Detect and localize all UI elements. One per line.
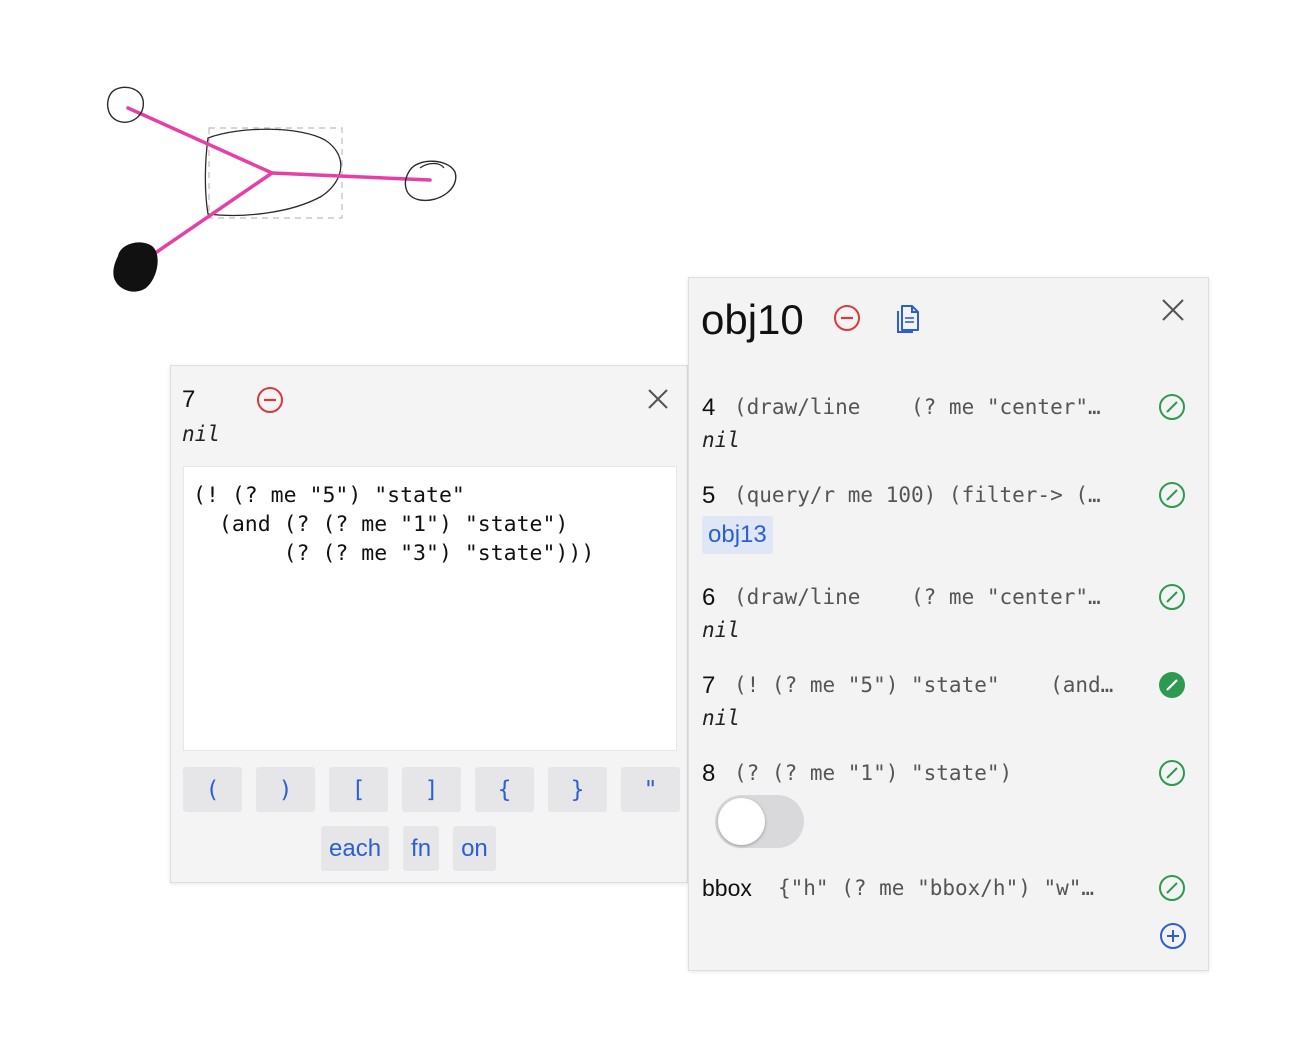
key-each[interactable]: each [321,826,390,871]
key-open-bracket[interactable]: [ [329,767,388,812]
key-quote[interactable]: " [621,767,680,812]
key-open-paren[interactable]: ( [183,767,242,812]
object-inspector-panel: obj10 4 (draw/line (? me "center"… nil 5… [688,277,1209,971]
row-expression[interactable]: (query/r me 100) (filter-> (… [734,483,1101,507]
plus-circle-icon[interactable] [1159,922,1187,955]
row-number: 5 [702,482,716,509]
key-fn[interactable]: fn [403,826,440,871]
row-number: 7 [702,672,716,699]
sketch-node-1[interactable] [106,86,144,123]
code-line: (! (? me "5") "state" [193,483,465,508]
check-circle-icon[interactable] [1158,874,1186,907]
row-expression[interactable]: (draw/line (? me "center"… [734,585,1101,609]
key-close-paren[interactable]: ) [256,767,315,812]
row-result: nil [702,618,740,642]
state-toggle[interactable] [715,795,804,848]
key-close-bracket[interactable]: ] [402,767,461,812]
row-expression[interactable]: (! (? me "5") "state" (and… [734,673,1113,697]
minus-circle-icon[interactable] [833,304,861,337]
check-circle-icon[interactable] [1158,393,1186,426]
key-close-brace[interactable]: } [548,767,607,812]
snippet-keys-row: each fn on [321,826,496,871]
row-result: nil [702,428,740,452]
key-open-brace[interactable]: { [475,767,534,812]
check-circle-filled-icon[interactable] [1158,671,1186,704]
code-line: (? (? me "3") "state"))) [193,541,595,566]
code-line: (and (? (? me "1") "state") [193,512,569,537]
drawing-canvas[interactable] [0,0,700,330]
object-reference-chip[interactable]: obj13 [702,516,773,554]
key-on[interactable]: on [453,826,496,871]
object-title: obj10 [701,296,804,343]
row-number: 6 [702,584,716,611]
row-result: nil [702,706,740,730]
minus-circle-icon[interactable] [256,386,284,419]
sketch-node-5[interactable] [113,242,158,292]
line-result: nil [182,422,220,446]
close-icon[interactable] [647,388,669,415]
close-icon[interactable] [1161,298,1185,327]
code-editor-panel: 7 nil (! (? me "5") "state" (and (? (? m… [170,365,688,883]
row-number: 4 [702,394,716,421]
check-circle-icon[interactable] [1158,759,1186,792]
row-expression[interactable]: (? (? me "1") "state") [734,761,1012,785]
row-expression[interactable]: {"h" (? me "bbox/h") "w"… [778,876,1094,900]
code-textarea[interactable]: (! (? me "5") "state" (and (? (? me "1")… [183,466,677,751]
toggle-knob [718,798,765,845]
bracket-keys-row: ( ) [ ] { } " [183,767,680,812]
line-number: 7 [182,386,196,413]
connection-lines [126,106,432,260]
row-expression[interactable]: (draw/line (? me "center"… [734,395,1101,419]
row-label: bbox [702,875,752,901]
row-number: 8 [702,760,716,787]
check-circle-icon[interactable] [1158,481,1186,514]
check-circle-icon[interactable] [1158,583,1186,616]
copy-icon[interactable] [893,302,923,341]
